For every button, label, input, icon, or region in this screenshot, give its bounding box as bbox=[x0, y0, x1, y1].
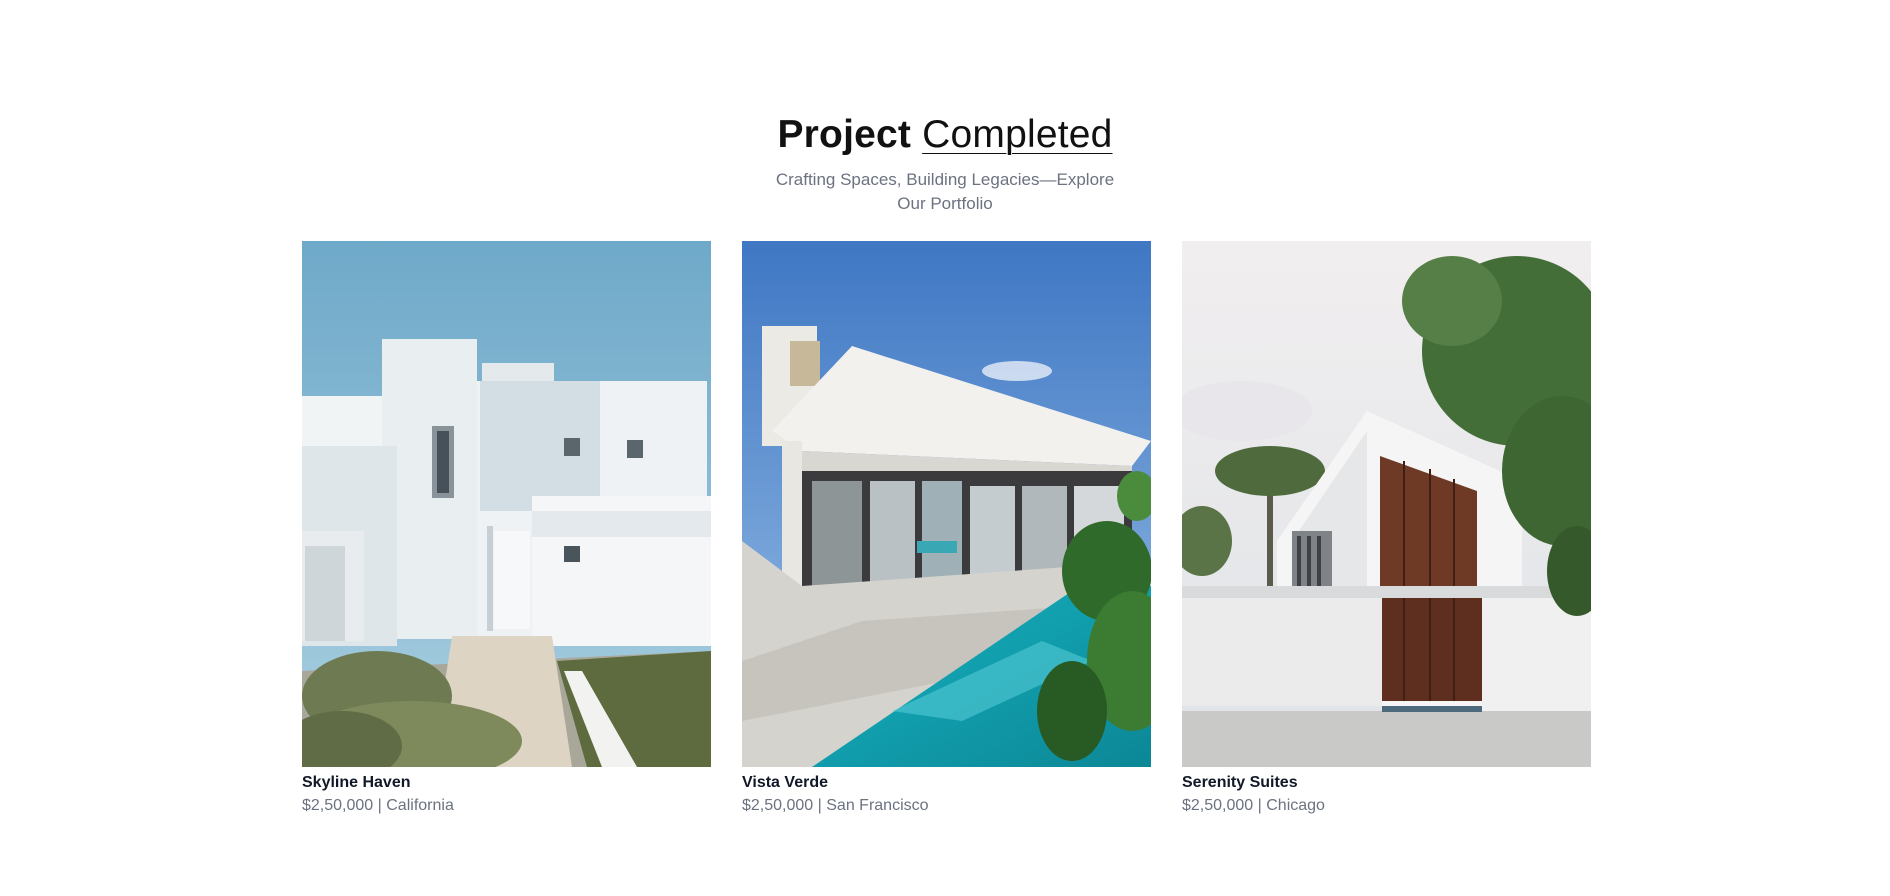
project-meta: $2,50,000 | California bbox=[302, 794, 711, 818]
project-price: $2,50,000 bbox=[302, 797, 374, 814]
white-modern-house-photo[interactable] bbox=[302, 241, 711, 767]
house-with-wood-panels-photo[interactable] bbox=[1182, 241, 1591, 767]
project-meta: $2,50,000 | Chicago bbox=[1182, 794, 1591, 818]
project-meta: $2,50,000 | San Francisco bbox=[742, 794, 1151, 818]
house-with-pool-photo[interactable] bbox=[742, 241, 1151, 767]
title-strong: Project bbox=[777, 113, 912, 156]
project-price: $2,50,000 bbox=[1182, 797, 1254, 814]
project-name: Vista Verde bbox=[742, 774, 828, 791]
project-location: San Francisco bbox=[826, 797, 929, 814]
section-subtitle: Crafting Spaces, Building Legacies—Explo… bbox=[775, 170, 1115, 213]
project-grid: Skyline Haven $2,50,000 | California Vis… bbox=[302, 241, 1591, 818]
project-name: Serenity Suites bbox=[1182, 774, 1298, 791]
section-title: Project Completed bbox=[0, 108, 1890, 162]
project-price: $2,50,000 bbox=[742, 797, 814, 814]
project-card[interactable]: Serenity Suites $2,50,000 | Chicago bbox=[1182, 241, 1591, 818]
meta-separator: | bbox=[817, 797, 822, 814]
project-card[interactable]: Skyline Haven $2,50,000 | California bbox=[302, 241, 711, 818]
project-name: Skyline Haven bbox=[302, 774, 411, 791]
project-location: California bbox=[386, 797, 454, 814]
project-card[interactable]: Vista Verde $2,50,000 | San Francisco bbox=[742, 241, 1151, 818]
project-location: Chicago bbox=[1266, 797, 1325, 814]
meta-separator: | bbox=[377, 797, 382, 814]
meta-separator: | bbox=[1257, 797, 1262, 814]
title-light: Completed bbox=[922, 113, 1113, 156]
page: Project Completed Crafting Spaces, Build… bbox=[0, 0, 1890, 896]
section-header: Project Completed Crafting Spaces, Build… bbox=[0, 108, 1890, 216]
